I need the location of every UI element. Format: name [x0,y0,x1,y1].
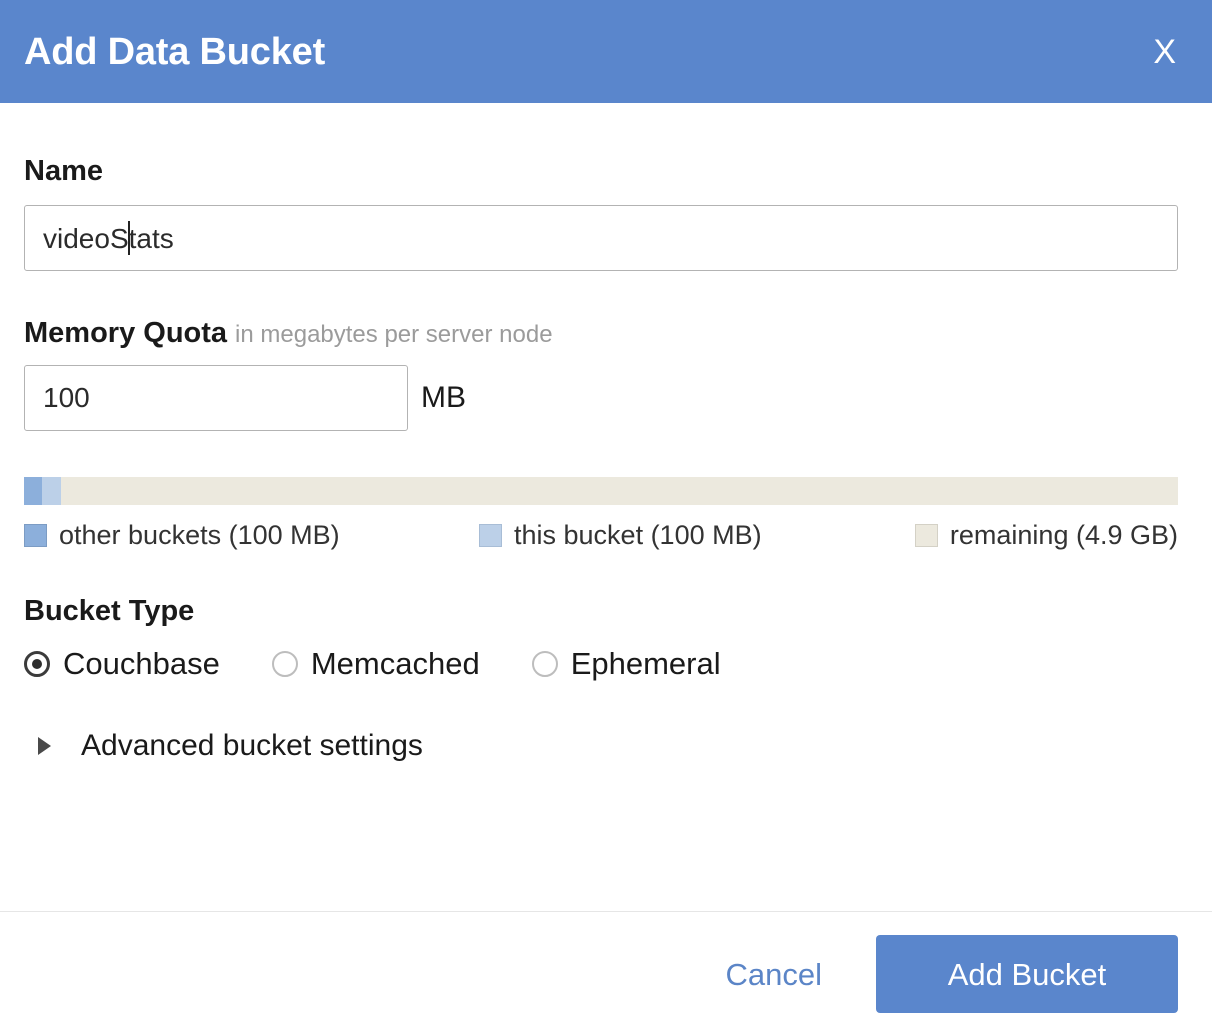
legend-label-this-bucket: this bucket (100 MB) [514,520,762,550]
bucket-name-value: videoStats [43,221,174,255]
name-label: Name [24,155,103,187]
advanced-bucket-settings-label: Advanced bucket settings [81,729,423,762]
memory-quota-label-text: Memory Quota [24,317,228,349]
legend-swatch-this-bucket-icon [479,524,502,547]
memory-quota-section: Memory Quota in megabytes per server node… [24,271,1188,431]
quota-bar-section: other buckets (100 MB) this bucket (100 … [24,431,1188,551]
legend-item-remaining: remaining (4.9 GB) [889,520,1178,551]
dialog-header: Add Data Bucket X [0,0,1212,103]
radio-option-couchbase[interactable]: Couchbase [24,648,220,679]
memory-quota-hint: in megabytes per server node [235,321,553,348]
memory-quota-unit: MB [421,381,466,414]
radio-option-memcached[interactable]: Memcached [271,646,480,681]
radio-unselected-icon [271,650,298,677]
advanced-bucket-settings-toggle[interactable]: Advanced bucket settings [38,731,1188,761]
bucket-name-value-after-caret: tats [128,223,174,254]
radio-unselected-icon [531,650,558,677]
radio-label-couchbase: Couchbase [63,646,220,681]
memory-quota-value: 100 [43,382,90,413]
memory-quota-row: 100 MB [24,365,1188,431]
quota-segment-this-bucket [42,477,61,505]
name-section: Name videoStats [24,103,1188,271]
quota-legend: other buckets (100 MB) this bucket (100 … [24,520,1178,551]
legend-swatch-other-buckets-icon [24,524,47,547]
add-bucket-button[interactable]: Add Bucket [876,935,1178,1013]
quota-segment-other-buckets [24,477,43,505]
memory-quota-input[interactable]: 100 [24,365,408,431]
chevron-right-icon [38,737,51,755]
legend-item-this-bucket: this bucket (100 MB) [479,520,889,551]
quota-usage-bar [24,477,1178,505]
bucket-type-section: Bucket Type Couchbase Memcached Ephemera… [24,551,1188,679]
radio-option-ephemeral[interactable]: Ephemeral [531,646,721,681]
quota-segment-remaining [60,477,1178,505]
dialog-footer: Cancel Add Bucket [0,911,1212,1036]
bucket-type-label: Bucket Type [24,595,195,627]
legend-label-other-buckets: other buckets (100 MB) [59,520,340,550]
radio-selected-icon [24,650,50,677]
legend-item-other-buckets: other buckets (100 MB) [24,520,479,551]
close-icon[interactable]: X [1143,31,1186,73]
radio-label-ephemeral: Ephemeral [570,646,721,681]
bucket-name-input[interactable]: videoStats [24,205,1178,271]
add-data-bucket-dialog: Add Data Bucket X Name videoStats Memory… [0,0,1212,1036]
dialog-title: Add Data Bucket [24,30,326,73]
advanced-settings-section: Advanced bucket settings [24,679,1188,761]
cancel-button[interactable]: Cancel [726,959,823,990]
legend-label-remaining: remaining (4.9 GB) [949,520,1178,550]
radio-label-memcached: Memcached [310,646,480,681]
bucket-type-radio-group: Couchbase Memcached Ephemeral [24,648,1188,679]
memory-quota-label: Memory Quota in megabytes per server node [24,319,1188,348]
dialog-body: Name videoStats Memory Quota in megabytes… [0,103,1212,911]
legend-swatch-remaining-icon [914,524,938,547]
bucket-name-value-before-caret: videoS [43,223,129,254]
